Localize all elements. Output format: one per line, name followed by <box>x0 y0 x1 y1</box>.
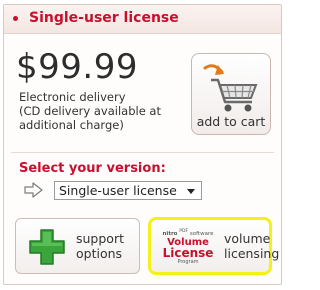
nitro-volume-license-logo: nitro PDF software Volume License Progra… <box>158 228 218 266</box>
add-to-cart-button[interactable]: add to cart <box>191 53 271 135</box>
volume-licensing-line-2: licensing <box>224 246 280 261</box>
bullet-icon <box>13 16 18 21</box>
delivery-line-3: additional charge) <box>19 118 124 132</box>
volume-licensing-button[interactable]: nitro PDF software Volume License Progra… <box>148 217 279 275</box>
shopping-cart-icon <box>203 64 258 112</box>
delivery-line-1: Electronic delivery <box>19 90 126 104</box>
version-select[interactable]: Single-user license <box>54 181 202 200</box>
support-options-button[interactable]: support options <box>15 218 140 274</box>
price: $99.99 <box>16 47 138 87</box>
panel-title: Single-user license <box>29 10 179 26</box>
logo-line-2: License <box>162 245 214 260</box>
logo-tm: PDF <box>179 229 189 234</box>
support-options-line-1: support <box>76 231 124 246</box>
panel-header: Single-user license <box>4 5 281 34</box>
logo-brand: nitro <box>162 230 178 237</box>
version-label: Select your version: <box>19 161 166 176</box>
support-options-line-2: options <box>76 246 123 261</box>
green-plus-icon <box>29 229 65 265</box>
delivery-line-2: (CD delivery available at <box>19 104 161 118</box>
add-to-cart-label: add to cart <box>196 114 266 129</box>
volume-licensing-text: volume licensing <box>224 231 279 261</box>
right-arrow-icon <box>24 182 43 198</box>
support-options-text: support options <box>76 231 124 261</box>
logo-sub: software <box>189 230 214 237</box>
license-panel: Single-user license $99.99 Electronic de… <box>3 4 282 285</box>
chevron-down-icon <box>187 189 195 194</box>
volume-licensing-line-1: volume <box>224 231 271 246</box>
version-select-value: Single-user license <box>59 183 177 198</box>
delivery-info: Electronic delivery (CD delivery availab… <box>19 90 161 132</box>
divider <box>11 152 274 153</box>
